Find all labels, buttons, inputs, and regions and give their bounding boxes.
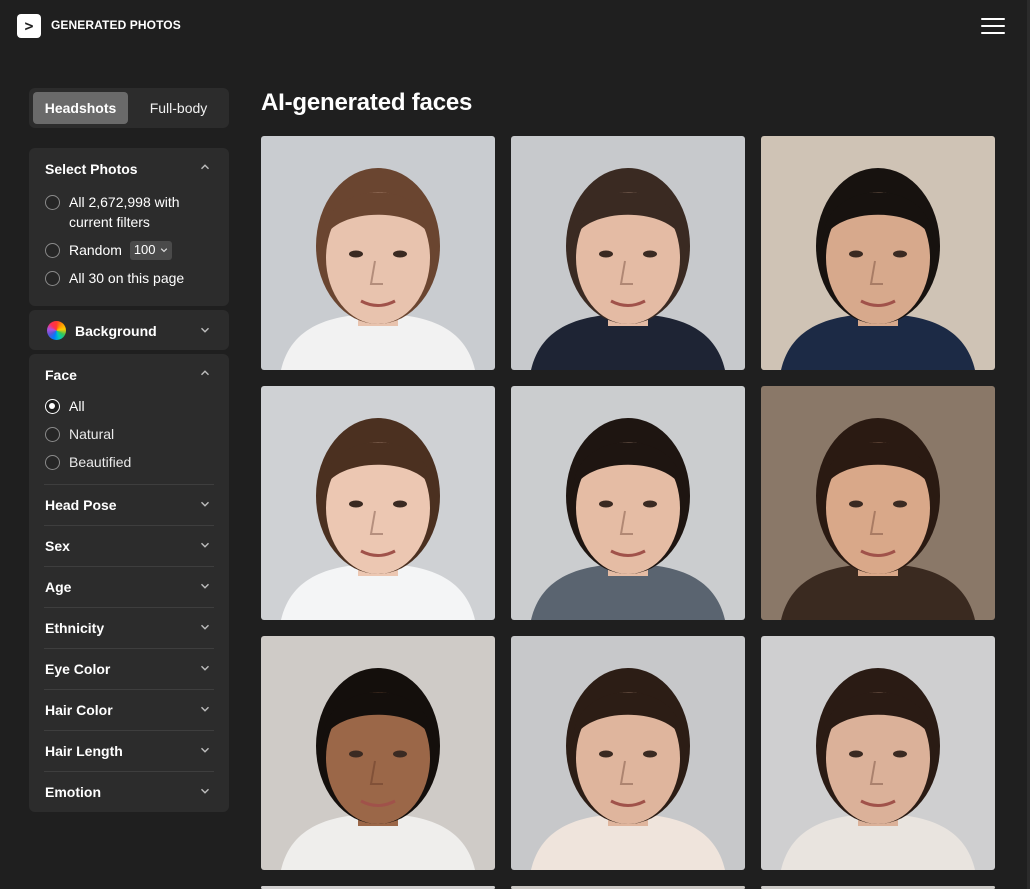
filter-hair-length[interactable]: Hair Length xyxy=(29,730,229,771)
radio-button[interactable] xyxy=(45,455,60,470)
radio-button[interactable] xyxy=(45,195,60,210)
filter-age[interactable]: Age xyxy=(29,566,229,607)
filter-hair-color[interactable]: Hair Color xyxy=(29,689,229,730)
select-photos-title[interactable]: Select Photos xyxy=(45,161,138,177)
radio-button[interactable] xyxy=(45,271,60,286)
face-filters-panel: Face All Natural Beautified Head Pose Se… xyxy=(29,354,229,812)
chevron-up-icon[interactable] xyxy=(200,368,210,378)
divider xyxy=(44,566,214,567)
tab-full-body[interactable]: Full-body xyxy=(132,92,225,124)
background-label: Background xyxy=(75,323,157,339)
filter-label: Ethnicity xyxy=(45,620,105,636)
divider xyxy=(44,484,214,485)
page-title: AI-generated faces xyxy=(261,89,473,116)
color-wheel-icon xyxy=(47,321,66,340)
background-panel[interactable]: Background xyxy=(29,310,229,350)
face-photo-image xyxy=(761,136,995,370)
filter-label: Hair Color xyxy=(45,702,113,718)
face-photo-card[interactable] xyxy=(761,136,995,370)
face-photo-image xyxy=(761,386,995,620)
filter-label: Age xyxy=(45,579,72,595)
select-all-filtered-line1: All 2,672,998 with xyxy=(69,194,180,210)
menu-icon-bar xyxy=(981,18,1005,20)
face-photo-image xyxy=(261,636,495,870)
face-photo-card[interactable] xyxy=(761,636,995,870)
divider xyxy=(44,689,214,690)
radio-button[interactable] xyxy=(45,243,60,258)
filter-head-pose[interactable]: Head Pose xyxy=(29,484,229,525)
chevron-down-icon xyxy=(200,622,210,632)
chevron-down-icon xyxy=(200,499,210,509)
select-photos-panel: Select Photos All 2,672,998 with current… xyxy=(29,148,229,306)
face-photo-card[interactable] xyxy=(261,136,495,370)
face-photo-image xyxy=(261,386,495,620)
divider xyxy=(44,607,214,608)
divider xyxy=(44,771,214,772)
chevron-down-icon xyxy=(200,663,210,673)
divider xyxy=(44,525,214,526)
random-count-select[interactable]: 100 xyxy=(129,240,172,260)
select-all-filtered-option[interactable]: All 2,672,998 with current filters xyxy=(45,194,180,232)
chevron-down-icon xyxy=(200,786,210,796)
filter-label: Sex xyxy=(45,538,70,554)
chevron-down-icon xyxy=(200,540,210,550)
chevron-down-icon xyxy=(200,581,210,591)
brand-name[interactable]: GENERATED PHOTOS xyxy=(51,18,181,32)
chevron-down-icon xyxy=(160,248,167,253)
chevron-down-icon[interactable] xyxy=(200,325,210,335)
filter-ethnicity[interactable]: Ethnicity xyxy=(29,607,229,648)
filter-emotion[interactable]: Emotion xyxy=(29,771,229,812)
face-photo-card[interactable] xyxy=(511,386,745,620)
radio-button[interactable] xyxy=(45,427,60,442)
tab-headshots[interactable]: Headshots xyxy=(33,92,128,124)
chevron-up-icon[interactable] xyxy=(200,162,210,172)
filter-label: Head Pose xyxy=(45,497,117,513)
top-header: > GENERATED PHOTOS xyxy=(0,0,1030,52)
face-photo-card[interactable] xyxy=(261,636,495,870)
select-random-text: Random xyxy=(69,242,122,258)
select-page-label: All 30 on this page xyxy=(69,270,185,286)
face-photo-image xyxy=(511,136,745,370)
face-option-label: All xyxy=(69,398,85,414)
menu-icon-bar xyxy=(981,25,1005,27)
menu-icon-bar xyxy=(981,32,1005,34)
random-count-value: 100 xyxy=(133,242,156,257)
face-title[interactable]: Face xyxy=(45,367,77,383)
logo-icon[interactable]: > xyxy=(17,14,41,38)
photo-type-tabs: Headshots Full-body xyxy=(29,88,229,128)
filter-sex[interactable]: Sex xyxy=(29,525,229,566)
face-option-label: Beautified xyxy=(69,454,132,470)
menu-icon[interactable] xyxy=(981,17,1005,35)
face-photo-card[interactable] xyxy=(511,136,745,370)
face-option-label: Natural xyxy=(69,426,115,442)
face-photo-card[interactable] xyxy=(261,386,495,620)
face-option-beautified[interactable]: Beautified xyxy=(45,454,131,472)
face-photo-image xyxy=(261,136,495,370)
chevron-down-icon xyxy=(200,704,210,714)
filter-label: Hair Length xyxy=(45,743,123,759)
filter-label: Emotion xyxy=(45,784,101,800)
face-option-all[interactable]: All xyxy=(45,398,85,416)
divider xyxy=(44,730,214,731)
select-page-option[interactable]: All 30 on this page xyxy=(45,270,184,288)
select-random-label: Random 100 xyxy=(69,240,172,260)
select-random-option[interactable]: Random 100 xyxy=(45,240,172,260)
face-option-natural[interactable]: Natural xyxy=(45,426,114,444)
filter-label: Eye Color xyxy=(45,661,111,677)
chevron-down-icon xyxy=(200,745,210,755)
face-photo-image xyxy=(761,636,995,870)
face-photo-image xyxy=(511,386,745,620)
divider xyxy=(44,648,214,649)
face-photo-image xyxy=(511,636,745,870)
select-all-filtered-label: All 2,672,998 with current filters xyxy=(69,192,180,232)
select-all-filtered-line2: current filters xyxy=(69,214,150,230)
face-photo-card[interactable] xyxy=(511,636,745,870)
face-photo-card[interactable] xyxy=(761,386,995,620)
radio-button-checked[interactable] xyxy=(45,399,60,414)
filter-eye-color[interactable]: Eye Color xyxy=(29,648,229,689)
